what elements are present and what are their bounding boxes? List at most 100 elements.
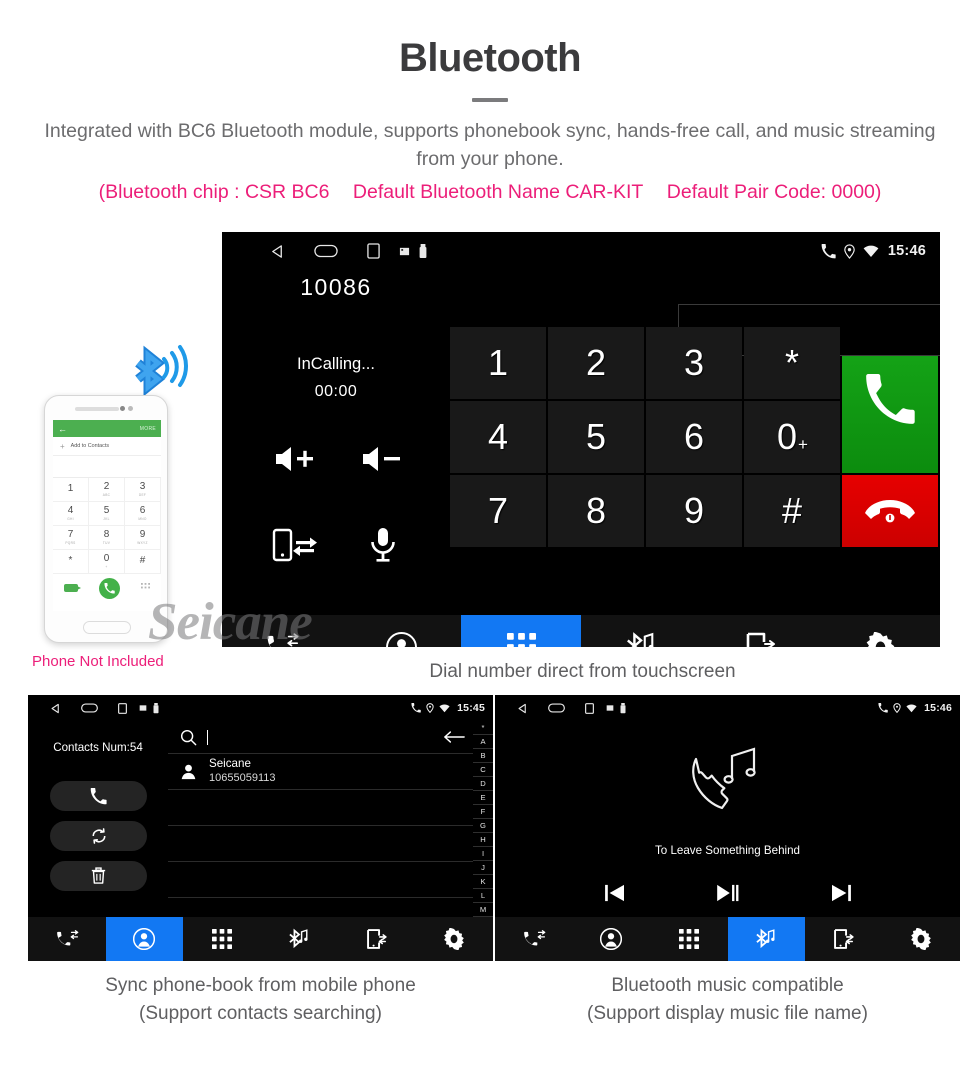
search-back-arrow-icon[interactable] xyxy=(443,730,465,744)
sidebar-item-phone-link[interactable] xyxy=(338,917,416,961)
alphabet-index[interactable]: * A B C D E F G H I J K L M xyxy=(473,721,493,917)
phone-home-button xyxy=(83,621,131,634)
recent-apps-icon[interactable] xyxy=(118,702,127,714)
keypad-key-4[interactable]: 4 xyxy=(450,401,546,473)
contact-avatar-icon xyxy=(180,763,197,780)
sidebar-item-call-history[interactable] xyxy=(222,615,342,647)
sidebar-item-keypad[interactable] xyxy=(183,917,261,961)
keypad-key-8[interactable]: 8 xyxy=(548,475,644,547)
phone-key: * xyxy=(53,550,89,574)
next-track-icon[interactable] xyxy=(831,884,851,902)
az-index-item[interactable]: C xyxy=(473,763,493,777)
music-track-title: To Leave Something Behind xyxy=(654,844,801,857)
caption-music-line2: (Support display music file name) xyxy=(587,1002,868,1024)
phone-add-to-contacts-row: + Add to Contacts xyxy=(53,437,161,456)
phone-key: 3 DEF xyxy=(125,478,161,502)
contacts-action-buttons xyxy=(50,781,147,891)
sidebar-item-bluetooth-music[interactable] xyxy=(581,615,701,647)
microphone-icon[interactable] xyxy=(356,524,410,566)
location-icon xyxy=(893,703,901,713)
sidebar-item-call-history[interactable] xyxy=(495,917,573,961)
contacts-sync-button[interactable] xyxy=(50,821,147,851)
keypad-key-6[interactable]: 6 xyxy=(646,401,742,473)
page-header: Bluetooth Integrated with BC6 Bluetooth … xyxy=(0,0,980,204)
usb-icon xyxy=(419,243,427,259)
keypad-key-3[interactable]: 3 xyxy=(646,327,742,399)
keypad-key-2[interactable]: 2 xyxy=(548,327,644,399)
phone-not-included-note: Phone Not Included xyxy=(32,653,164,670)
contact-list-item[interactable]: Seicane 10655059113 xyxy=(168,754,473,790)
az-index-item[interactable]: A xyxy=(473,735,493,749)
keypad-key-hash[interactable]: # xyxy=(744,475,840,547)
location-icon xyxy=(843,243,856,259)
back-icon[interactable] xyxy=(50,703,61,714)
phone-number-field xyxy=(53,456,161,478)
recent-apps-icon[interactable] xyxy=(367,243,380,259)
home-icon[interactable] xyxy=(314,244,338,258)
volume-down-icon[interactable] xyxy=(356,438,410,480)
back-icon[interactable] xyxy=(270,244,285,259)
contacts-search-row[interactable] xyxy=(168,721,473,754)
sidebar-item-phone-link[interactable] xyxy=(805,917,883,961)
previous-track-icon[interactable] xyxy=(604,884,625,902)
az-index-item[interactable]: M xyxy=(473,903,493,917)
az-index-item[interactable]: I xyxy=(473,847,493,861)
contacts-status-bar: 15:45 xyxy=(28,695,493,721)
phone-key: 6 MNO xyxy=(125,502,161,526)
contacts-call-button[interactable] xyxy=(50,781,147,811)
wifi-icon xyxy=(863,245,879,258)
sidebar-item-keypad[interactable] xyxy=(461,615,582,647)
keypad-key-9[interactable]: 9 xyxy=(646,475,742,547)
sd-card-icon xyxy=(606,704,614,712)
az-index-item[interactable]: F xyxy=(473,805,493,819)
transfer-to-phone-icon[interactable] xyxy=(269,524,323,566)
sidebar-item-contacts[interactable] xyxy=(573,917,651,961)
home-icon[interactable] xyxy=(548,703,565,713)
contacts-count-label: Contacts Num:54 xyxy=(53,741,143,754)
volume-up-icon[interactable] xyxy=(269,438,323,480)
az-index-item[interactable]: L xyxy=(473,889,493,903)
az-index-item[interactable]: K xyxy=(473,875,493,889)
contact-phone: 10655059113 xyxy=(209,771,276,784)
contact-empty-row xyxy=(168,826,473,862)
sidebar-item-call-history[interactable] xyxy=(28,917,106,961)
keypad-key-1[interactable]: 1 xyxy=(450,327,546,399)
sidebar-item-keypad[interactable] xyxy=(650,917,728,961)
az-index-item[interactable]: B xyxy=(473,749,493,763)
play-pause-icon[interactable] xyxy=(716,884,739,902)
az-index-item[interactable]: J xyxy=(473,861,493,875)
caption-contacts: Sync phone-book from mobile phone (Suppo… xyxy=(28,972,493,1027)
keypad-key-7[interactable]: 7 xyxy=(450,475,546,547)
phone-key: 1 xyxy=(53,478,89,502)
end-call-button[interactable] xyxy=(842,475,938,547)
dialer-left-panel: 10086 InCalling... 00:00 xyxy=(222,270,450,615)
contacts-right-panel: Seicane 10655059113 * A B C D E F G H I … xyxy=(168,721,493,917)
sidebar-item-contacts[interactable] xyxy=(342,615,462,647)
in-call-controls xyxy=(252,438,427,566)
keypad-key-5[interactable]: 5 xyxy=(548,401,644,473)
sidebar-item-settings[interactable] xyxy=(883,917,961,961)
az-index-item[interactable]: H xyxy=(473,833,493,847)
az-index-item[interactable]: E xyxy=(473,791,493,805)
keypad-key-star[interactable]: * xyxy=(744,327,840,399)
contact-name: Seicane xyxy=(209,757,251,771)
sidebar-item-settings[interactable] xyxy=(820,615,940,647)
sidebar-item-bluetooth-music[interactable] xyxy=(727,917,805,961)
phone-keypad: 1 2 ABC 3 DEF 4 GHI 5 JKL 6 MNO 7 PQRS 8 TUV 9W… xyxy=(53,478,161,574)
back-icon[interactable] xyxy=(517,703,528,714)
sd-card-icon xyxy=(399,246,410,257)
title-divider xyxy=(472,98,508,102)
phone-speaker-grille xyxy=(75,407,119,411)
sidebar-item-contacts[interactable] xyxy=(105,917,183,961)
keypad-key-0[interactable]: 0 + xyxy=(744,401,840,473)
az-index-item[interactable]: D xyxy=(473,777,493,791)
contacts-delete-button[interactable] xyxy=(50,861,147,891)
sidebar-item-phone-link[interactable] xyxy=(701,615,821,647)
recent-apps-icon[interactable] xyxy=(585,702,594,714)
az-index-item[interactable]: G xyxy=(473,819,493,833)
sidebar-item-bluetooth-music[interactable] xyxy=(261,917,339,961)
home-icon[interactable] xyxy=(81,703,98,713)
az-index-item[interactable]: * xyxy=(473,721,493,735)
sidebar-item-settings[interactable] xyxy=(416,917,494,961)
caption-contacts-line2: (Support contacts searching) xyxy=(139,1002,382,1024)
